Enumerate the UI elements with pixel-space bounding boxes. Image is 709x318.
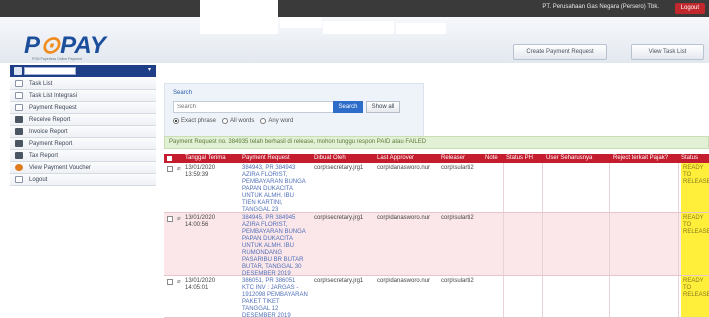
radio-all-words[interactable]: All words — [222, 118, 254, 124]
search-mode-radios: Exact phrase All words Any word — [173, 118, 293, 124]
cell-dibuat-oleh: corp\secretary.jrg1 — [314, 215, 364, 221]
column-divider — [542, 276, 543, 317]
col-dibuat-oleh[interactable]: Dibuat Oleh — [314, 155, 346, 161]
sidebar-item-logout[interactable]: Logout — [10, 174, 156, 186]
select-all-checkbox[interactable] — [167, 156, 172, 161]
column-divider — [609, 163, 610, 212]
cell-dibuat-oleh: corp\secretary.jrg1 — [314, 278, 364, 284]
view-task-list-button[interactable]: View Task List — [631, 44, 704, 60]
column-divider — [503, 276, 504, 317]
app-logo[interactable]: P⊙PAY PGN Paperless Online Payment — [24, 31, 106, 61]
create-payment-request-button[interactable]: Create Payment Request — [513, 44, 607, 60]
col-note[interactable]: Note — [485, 155, 498, 161]
row-checkbox[interactable] — [167, 216, 173, 222]
column-divider — [678, 276, 679, 317]
table-row[interactable]: ⌀ 13/01/2020 14:05:01 386051, PR 386051 … — [164, 276, 709, 318]
col-releaser[interactable]: Releaser — [441, 155, 465, 161]
cell-releaser: corp\sularti2 — [441, 215, 474, 221]
cell-date: 13/01/2020 14:00:56 — [185, 215, 216, 228]
col-payment-request[interactable]: Payment Request — [242, 155, 290, 161]
chevron-down-icon[interactable]: ▾ — [148, 66, 151, 73]
sidebar-item-tax-report[interactable]: Tax Report — [10, 150, 156, 162]
cell-releaser: corp\sularti2 — [441, 165, 474, 171]
row-checkbox[interactable] — [167, 166, 173, 172]
cell-releaser: corp\sularti2 — [441, 278, 474, 284]
company-name: PT. Perusahaan Gas Negara (Persero) Tbk. — [542, 4, 659, 10]
column-divider — [609, 276, 610, 317]
column-divider — [609, 213, 610, 275]
cell-payment-request-link[interactable]: 384945, PR 384945 AZIRA FLORIST, PEMBAYA… — [242, 215, 308, 278]
column-divider — [678, 163, 679, 212]
radio-any-word[interactable]: Any word — [260, 118, 293, 124]
sidebar-item-receive-report[interactable]: Receive Report — [10, 114, 156, 126]
paperclip-icon[interactable]: ⌀ — [177, 278, 181, 285]
release-notice: Payment Request no. 384935 telah berhasi… — [164, 136, 709, 149]
user-select[interactable] — [24, 67, 76, 75]
radio-dot-icon — [222, 118, 229, 124]
sidebar-item-payment-report[interactable]: Payment Report — [10, 138, 156, 150]
col-user-seharusnya[interactable]: User Seharusnya — [546, 155, 592, 161]
radio-exact-phrase[interactable]: Exact phrase — [173, 118, 216, 124]
truck-icon — [15, 128, 23, 135]
sidebar-item-payment-request[interactable]: Payment Request — [10, 102, 156, 114]
cell-dibuat-oleh: corp\secretary.jrg1 — [314, 165, 364, 171]
cell-date: 13/01/2020 13:59:39 — [185, 165, 216, 178]
logout-button[interactable]: Logout — [674, 3, 705, 14]
sidebar-item-task-list-integrasi[interactable]: Task List Integrasi — [10, 90, 156, 102]
paperclip-icon[interactable]: ⌀ — [177, 215, 181, 222]
main-content: Search Search Show all Exact phrase All … — [160, 78, 709, 318]
table-row[interactable]: ⌀ 13/01/2020 13:59:39 384943, PR 384943 … — [164, 163, 709, 220]
sidebar-user-header: ▾ — [10, 65, 156, 77]
app-header: P⊙PAY PGN Paperless Online Payment Creat… — [0, 17, 709, 63]
blank-tab — [200, 0, 278, 17]
document-icon — [15, 80, 23, 87]
col-last-approver[interactable]: Last Approver — [377, 155, 414, 161]
document-icon — [15, 92, 23, 99]
truck-icon — [15, 116, 23, 123]
document-icon — [15, 176, 23, 183]
column-divider — [678, 213, 679, 275]
cell-date: 13/01/2020 14:05:01 — [185, 278, 216, 291]
cell-last-approver: corp\danasworo.nur — [377, 278, 431, 284]
blank-tab — [323, 21, 394, 34]
paperclip-icon[interactable]: ⌀ — [177, 165, 181, 172]
column-divider — [503, 163, 504, 212]
table-header: Tanggal Terima Payment Request Dibuat Ol… — [164, 154, 709, 163]
column-divider — [542, 213, 543, 275]
status-badge: READY TO RELEASE — [681, 276, 709, 317]
search-button[interactable]: Search — [333, 101, 363, 113]
sidebar-item-task-list[interactable]: Task List — [10, 78, 156, 90]
blank-tab — [280, 17, 322, 28]
status-badge: READY TO RELEASE — [681, 163, 709, 212]
search-panel: Search Search Show all Exact phrase All … — [164, 83, 424, 139]
col-status-ph[interactable]: Status PH — [506, 155, 533, 161]
col-tanggal-terima[interactable]: Tanggal Terima — [185, 155, 226, 161]
col-reject-terkait-pajak[interactable]: Reject terkait Pajak? — [613, 155, 668, 161]
column-divider — [542, 163, 543, 212]
radio-dot-icon — [260, 118, 267, 124]
status-badge: READY TO RELEASE — [681, 213, 709, 275]
blank-tab — [200, 17, 278, 34]
blank-tab — [396, 23, 446, 34]
column-divider — [503, 213, 504, 275]
col-status[interactable]: Status — [681, 155, 698, 161]
cell-payment-request-link[interactable]: 386051, PR 386051 KTC INV : JARGAS - 191… — [242, 278, 308, 318]
user-icon — [14, 67, 22, 75]
radio-dot-icon — [173, 118, 179, 124]
document-icon — [15, 104, 23, 111]
sidebar-item-invoice-report[interactable]: Invoice Report — [10, 126, 156, 138]
cell-last-approver: corp\danasworo.nur — [377, 215, 431, 221]
row-checkbox[interactable] — [167, 279, 173, 285]
show-all-button[interactable]: Show all — [366, 101, 400, 113]
truck-icon — [15, 152, 23, 159]
search-title: Search — [173, 90, 193, 96]
top-bar: PT. Perusahaan Gas Negara (Persero) Tbk.… — [0, 0, 709, 17]
logo-sun-icon: ⊙ — [40, 32, 61, 59]
sidebar: ▾ Task List Task List Integrasi Payment … — [10, 65, 156, 318]
cell-last-approver: corp\danasworo.nur — [377, 165, 431, 171]
table-row[interactable]: ⌀ 13/01/2020 14:00:56 384945, PR 384945 … — [164, 213, 709, 278]
truck-icon — [15, 140, 23, 147]
star-icon — [15, 164, 23, 171]
sidebar-item-view-payment-voucher[interactable]: View Payment Voucher — [10, 162, 156, 174]
